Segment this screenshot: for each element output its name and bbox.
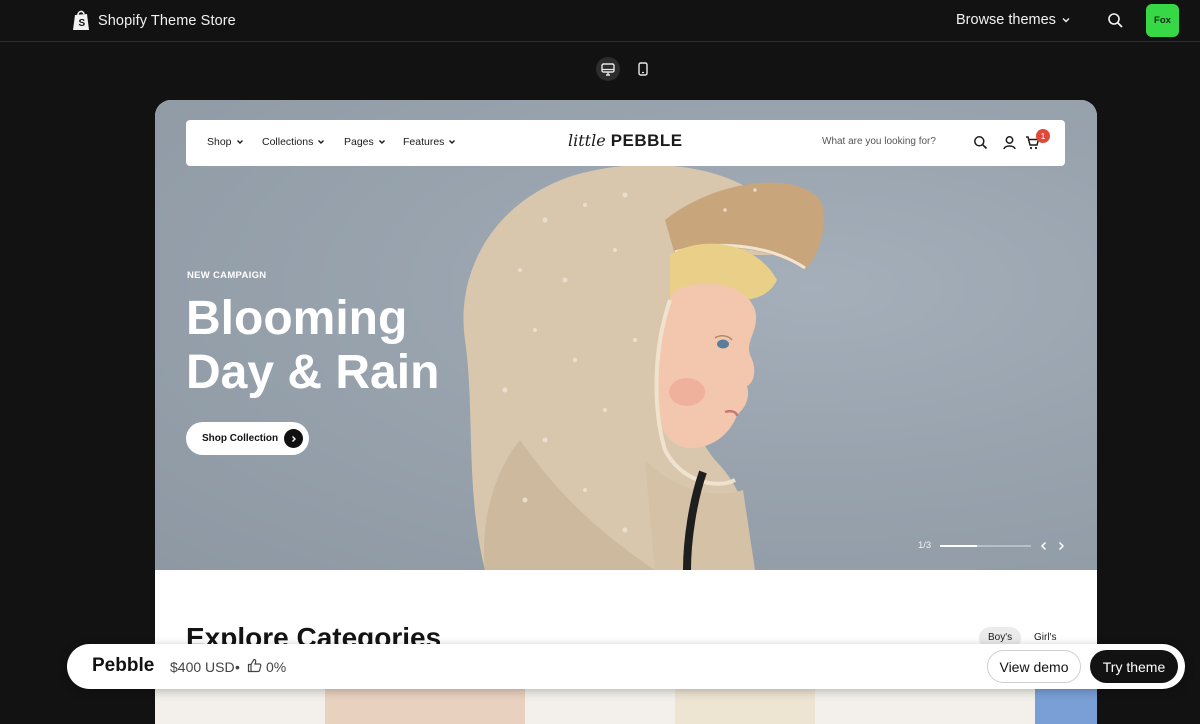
- nav-pages[interactable]: Pages: [344, 136, 386, 148]
- chevron-down-icon: [449, 140, 456, 144]
- nav-features-label: Features: [403, 136, 445, 148]
- chevron-left-icon[interactable]: [1038, 540, 1050, 552]
- theme-price: $400 USD: [170, 659, 235, 675]
- thumbs-up-icon: [247, 658, 262, 673]
- desktop-icon: [601, 62, 615, 76]
- hero-headline-line-2: Day & Rain: [186, 346, 440, 399]
- shop-collection-button[interactable]: Shop Collection: [186, 422, 309, 455]
- slide-progress-fill: [940, 545, 978, 547]
- theme-store-logo[interactable]: S Shopify Theme Store: [72, 10, 236, 31]
- search-icon[interactable]: [1107, 12, 1124, 29]
- browse-themes-label: Browse themes: [956, 12, 1056, 28]
- mobile-icon: [638, 62, 648, 76]
- hero-headline-line-1: Blooming: [186, 292, 408, 345]
- store-logo[interactable]: little PEBBLE: [568, 131, 683, 151]
- chevron-right-icon[interactable]: [1055, 540, 1067, 552]
- nav-collections-label: Collections: [262, 136, 314, 148]
- chevron-down-icon: [236, 140, 243, 144]
- nav-features[interactable]: Features: [403, 136, 456, 148]
- store-logo-wordmark: PEBBLE: [610, 131, 683, 150]
- shopify-bag-icon: S: [73, 10, 89, 30]
- hero-banner: Shop Collections Pages Features little P…: [155, 100, 1097, 570]
- mobile-view-toggle[interactable]: [631, 57, 655, 81]
- shop-collection-label: Shop Collection: [202, 433, 279, 444]
- category-images: [155, 688, 1097, 724]
- chevron-down-icon: [318, 140, 325, 144]
- theme-name: Pebble: [92, 655, 155, 676]
- search-icon[interactable]: [973, 135, 988, 150]
- arrow-right-icon: [284, 429, 303, 448]
- svg-text:S: S: [79, 18, 86, 29]
- user-avatar[interactable]: Fox: [1146, 4, 1179, 37]
- theme-preview: Shop Collections Pages Features little P…: [155, 100, 1097, 724]
- brand-name: Shopify Theme Store: [98, 12, 236, 29]
- nav-pages-label: Pages: [344, 136, 374, 148]
- nav-shop-label: Shop: [207, 136, 232, 148]
- desktop-view-toggle[interactable]: [596, 57, 620, 81]
- store-search-input[interactable]: What are you looking for?: [822, 136, 936, 147]
- nav-collections[interactable]: Collections: [262, 136, 325, 148]
- theme-info-bar: Pebble $400 USD • 0% View demo Try theme: [67, 644, 1185, 689]
- hero-eyebrow: NEW CAMPAIGN: [187, 270, 267, 281]
- hero-headline: Blooming Day & Rain: [186, 292, 486, 400]
- browse-themes-dropdown[interactable]: Browse themes: [956, 12, 1071, 28]
- store-logo-script: little: [568, 131, 606, 150]
- chevron-down-icon: [378, 140, 385, 144]
- top-bar: S Shopify Theme Store Browse themes Fox: [0, 0, 1200, 42]
- theme-rating: 0%: [266, 659, 287, 675]
- hero-image: [463, 164, 825, 570]
- separator-dot: •: [235, 659, 240, 675]
- try-theme-button[interactable]: Try theme: [1090, 650, 1178, 683]
- view-demo-button[interactable]: View demo: [987, 650, 1081, 683]
- store-header: Shop Collections Pages Features little P…: [186, 120, 1065, 166]
- account-icon[interactable]: [1002, 135, 1017, 150]
- slide-counter: 1/3: [918, 540, 932, 551]
- slide-progress-bar: [940, 545, 1031, 547]
- nav-shop[interactable]: Shop: [207, 136, 244, 148]
- cart-count-badge: 1: [1036, 129, 1050, 143]
- chevron-down-icon: [1062, 18, 1070, 23]
